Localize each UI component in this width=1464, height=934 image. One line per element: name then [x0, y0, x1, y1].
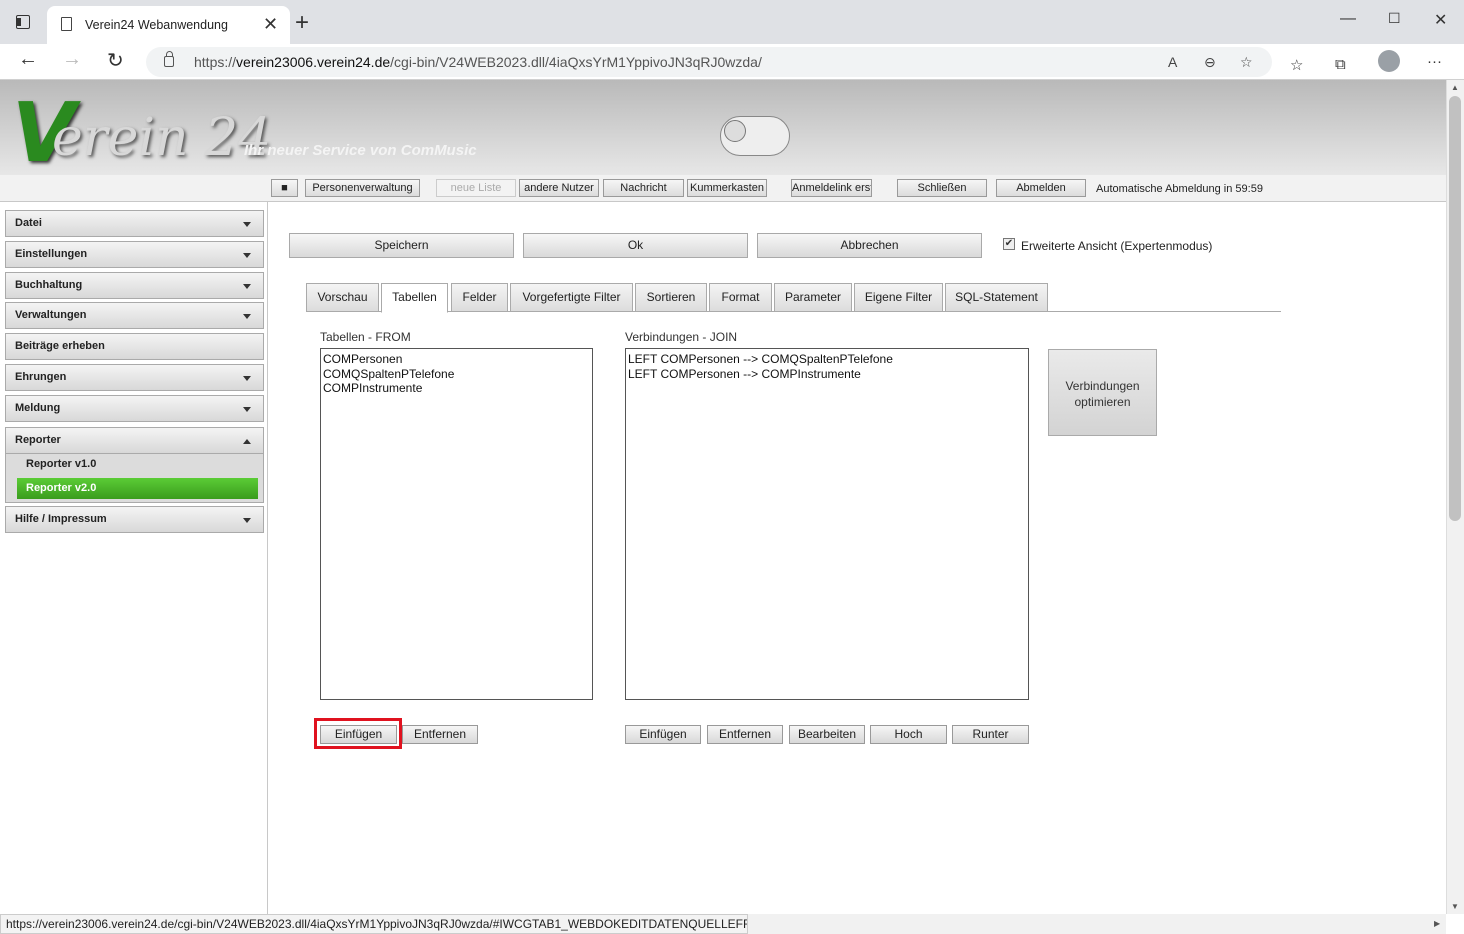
sidebar-item-einstellungen[interactable]: Einstellungen: [5, 241, 264, 268]
sidebar-item-reporter-v2[interactable]: Reporter v2.0: [17, 478, 258, 499]
list-item[interactable]: COMQSpaltenPTelefone: [323, 367, 590, 382]
sidebar-item-hilfe[interactable]: Hilfe / Impressum: [5, 506, 264, 533]
kummerkasten-button[interactable]: Kummerkasten: [687, 179, 767, 197]
nachricht-button[interactable]: Nachricht: [603, 179, 684, 197]
minimize-icon[interactable]: —: [1340, 10, 1356, 28]
scroll-up-icon[interactable]: ▲: [1451, 83, 1459, 92]
personenverwaltung-button[interactable]: Personenverwaltung: [305, 179, 420, 197]
tab-tabellen[interactable]: Tabellen: [381, 283, 448, 313]
vertical-scrollbar[interactable]: ▲ ▼: [1446, 80, 1464, 914]
joins-remove-button[interactable]: Entfernen: [707, 725, 783, 744]
tab-sql-statement[interactable]: SQL-Statement: [945, 283, 1048, 312]
expert-mode-label: Erweiterte Ansicht (Expertenmodus): [1021, 239, 1213, 253]
tab-parameter[interactable]: Parameter: [774, 283, 852, 312]
optimize-joins-button[interactable]: Verbindungen optimieren: [1048, 349, 1157, 436]
browser-tabbar: Verein24 Webanwendung ✕ + — ☐ ✕: [0, 0, 1464, 44]
joins-label: Verbindungen - JOIN: [625, 330, 738, 344]
app-header: V erein 24 Ihr neuer Service von ComMusi…: [0, 80, 1446, 181]
close-window-icon[interactable]: ✕: [1434, 10, 1447, 30]
sidebar-item-verwaltungen[interactable]: Verwaltungen: [5, 302, 264, 329]
chevron-down-icon: [243, 407, 251, 412]
cancel-button[interactable]: Abbrechen: [757, 233, 982, 258]
list-item[interactable]: LEFT COMPersonen --> COMQSpaltenPTelefon…: [628, 352, 1026, 367]
url-field[interactable]: https://verein23006.verein24.de/cgi-bin/…: [146, 47, 1272, 77]
list-item[interactable]: COMPInstrumente: [323, 381, 590, 396]
app-toolbar: ■ Personenverwaltung neue Liste andere N…: [0, 175, 1446, 202]
favorites-icon[interactable]: ☆: [1290, 56, 1303, 74]
tab-title: Verein24 Webanwendung: [85, 18, 228, 32]
sidebar-item-datei[interactable]: Datei: [5, 210, 264, 237]
tab-vorschau[interactable]: Vorschau: [306, 283, 379, 312]
profile-avatar[interactable]: [1378, 50, 1400, 72]
read-aloud-icon[interactable]: A: [1168, 54, 1177, 70]
back-icon[interactable]: ←: [18, 48, 38, 71]
sidebar-item-reporter-v1[interactable]: Reporter v1.0: [17, 454, 258, 475]
tab-vorgefertigte-filter[interactable]: Vorgefertigte Filter: [510, 283, 633, 312]
sidebar-item-ehrungen[interactable]: Ehrungen: [5, 364, 264, 391]
tab-felder[interactable]: Felder: [451, 283, 508, 312]
joins-up-button[interactable]: Hoch: [870, 725, 947, 744]
tab-actions-icon[interactable]: [16, 15, 30, 29]
tables-remove-button[interactable]: Entfernen: [402, 725, 478, 744]
collections-icon[interactable]: ⧉: [1335, 56, 1346, 73]
url-text: https://verein23006.verein24.de/cgi-bin/…: [194, 54, 762, 70]
tab-format[interactable]: Format: [709, 283, 772, 312]
joins-listbox[interactable]: LEFT COMPersonen --> COMQSpaltenPTelefon…: [625, 348, 1029, 700]
auto-logout-timer: Automatische Abmeldung in 59:59: [1096, 183, 1263, 195]
list-item[interactable]: LEFT COMPersonen --> COMPInstrumente: [628, 367, 1026, 382]
andere-nutzer-button[interactable]: andere Nutzer: [519, 179, 599, 197]
page-icon: [61, 17, 72, 31]
slogan: Ihr neuer Service von ComMusic: [244, 142, 477, 159]
schliessen-button[interactable]: Schließen: [897, 179, 987, 197]
sidebar-item-reporter[interactable]: Reporter: [5, 427, 264, 454]
status-url: https://verein23006.verein24.de/cgi-bin/…: [0, 914, 748, 934]
tables-label: Tabellen - FROM: [320, 330, 411, 344]
chevron-down-icon: [243, 253, 251, 258]
joins-edit-button[interactable]: Bearbeiten: [789, 725, 865, 744]
theme-toggle[interactable]: [720, 116, 790, 156]
stop-button[interactable]: ■: [271, 179, 298, 197]
close-tab-icon[interactable]: ✕: [263, 14, 278, 35]
tables-listbox[interactable]: COMPersonen COMQSpaltenPTelefone COMPIns…: [320, 348, 593, 700]
neue-liste-button[interactable]: neue Liste: [436, 179, 516, 197]
horizontal-scrollbar[interactable]: ▶: [748, 914, 1446, 934]
highlight-frame: [314, 718, 402, 749]
new-tab-icon[interactable]: +: [295, 9, 309, 37]
chevron-down-icon: [243, 284, 251, 289]
chevron-up-icon: [243, 439, 251, 444]
list-item[interactable]: COMPersonen: [323, 352, 590, 367]
address-bar: ← → ↻ https://verein23006.verein24.de/cg…: [0, 44, 1464, 80]
chevron-down-icon: [243, 518, 251, 523]
chevron-down-icon: [243, 222, 251, 227]
maximize-icon[interactable]: ☐: [1388, 10, 1401, 27]
zoom-icon[interactable]: ⊖: [1204, 54, 1216, 71]
anmeldelink-button[interactable]: Anmeldelink erst: [791, 179, 872, 197]
tab-sortieren[interactable]: Sortieren: [635, 283, 707, 312]
chevron-down-icon: [243, 376, 251, 381]
chevron-down-icon: [243, 314, 251, 319]
sidebar: Datei Einstellungen Buchhaltung Verwaltu…: [0, 202, 268, 914]
reload-icon[interactable]: ↻: [107, 48, 124, 73]
sidebar-item-beitraege[interactable]: Beiträge erheben: [5, 333, 264, 360]
browser-tab[interactable]: Verein24 Webanwendung ✕: [47, 6, 290, 44]
save-button[interactable]: Speichern: [289, 233, 514, 258]
expert-mode-checkbox[interactable]: ✔: [1003, 238, 1015, 250]
ok-button[interactable]: Ok: [523, 233, 748, 258]
scroll-thumb[interactable]: [1449, 96, 1461, 521]
forward-icon[interactable]: →: [62, 48, 82, 71]
scroll-right-icon[interactable]: ▶: [1434, 919, 1440, 928]
add-favorite-icon[interactable]: ☆: [1240, 54, 1253, 71]
abmelden-button[interactable]: Abmelden: [996, 179, 1086, 197]
scroll-down-icon[interactable]: ▼: [1451, 902, 1459, 911]
sidebar-item-meldung[interactable]: Meldung: [5, 395, 264, 422]
tab-eigene-filter[interactable]: Eigene Filter: [854, 283, 943, 312]
joins-down-button[interactable]: Runter: [952, 725, 1029, 744]
more-icon[interactable]: ···: [1427, 53, 1442, 70]
lock-icon[interactable]: [164, 51, 174, 67]
joins-add-button[interactable]: Einfügen: [625, 725, 701, 744]
sidebar-item-buchhaltung[interactable]: Buchhaltung: [5, 272, 264, 299]
